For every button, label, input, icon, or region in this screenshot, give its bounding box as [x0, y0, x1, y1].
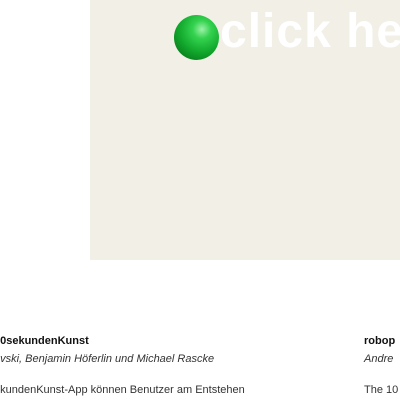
click-here-text[interactable]: click he [220, 6, 400, 58]
project-title[interactable]: 10sekundenKunst [0, 334, 294, 348]
project-authors: Andre [364, 353, 394, 365]
green-sphere-icon[interactable] [174, 15, 219, 60]
page: click he 10sekundenKunst ovski, Benjamin… [0, 0, 400, 400]
project-entry-10sekundenkunst: 10sekundenKunst ovski, Benjamin Höferlin… [0, 334, 294, 397]
project-authors: ovski, Benjamin Höferlin und Michael Ras… [0, 353, 215, 365]
project-description: ekundenKunst-App können Benutzer am Ents… [0, 384, 245, 396]
project-title[interactable]: robop [364, 334, 400, 348]
project-description: The 10 [364, 384, 399, 396]
project-entry-robop: robop Andre The 10 [364, 334, 400, 397]
artwork-canvas[interactable]: click he [90, 0, 400, 260]
